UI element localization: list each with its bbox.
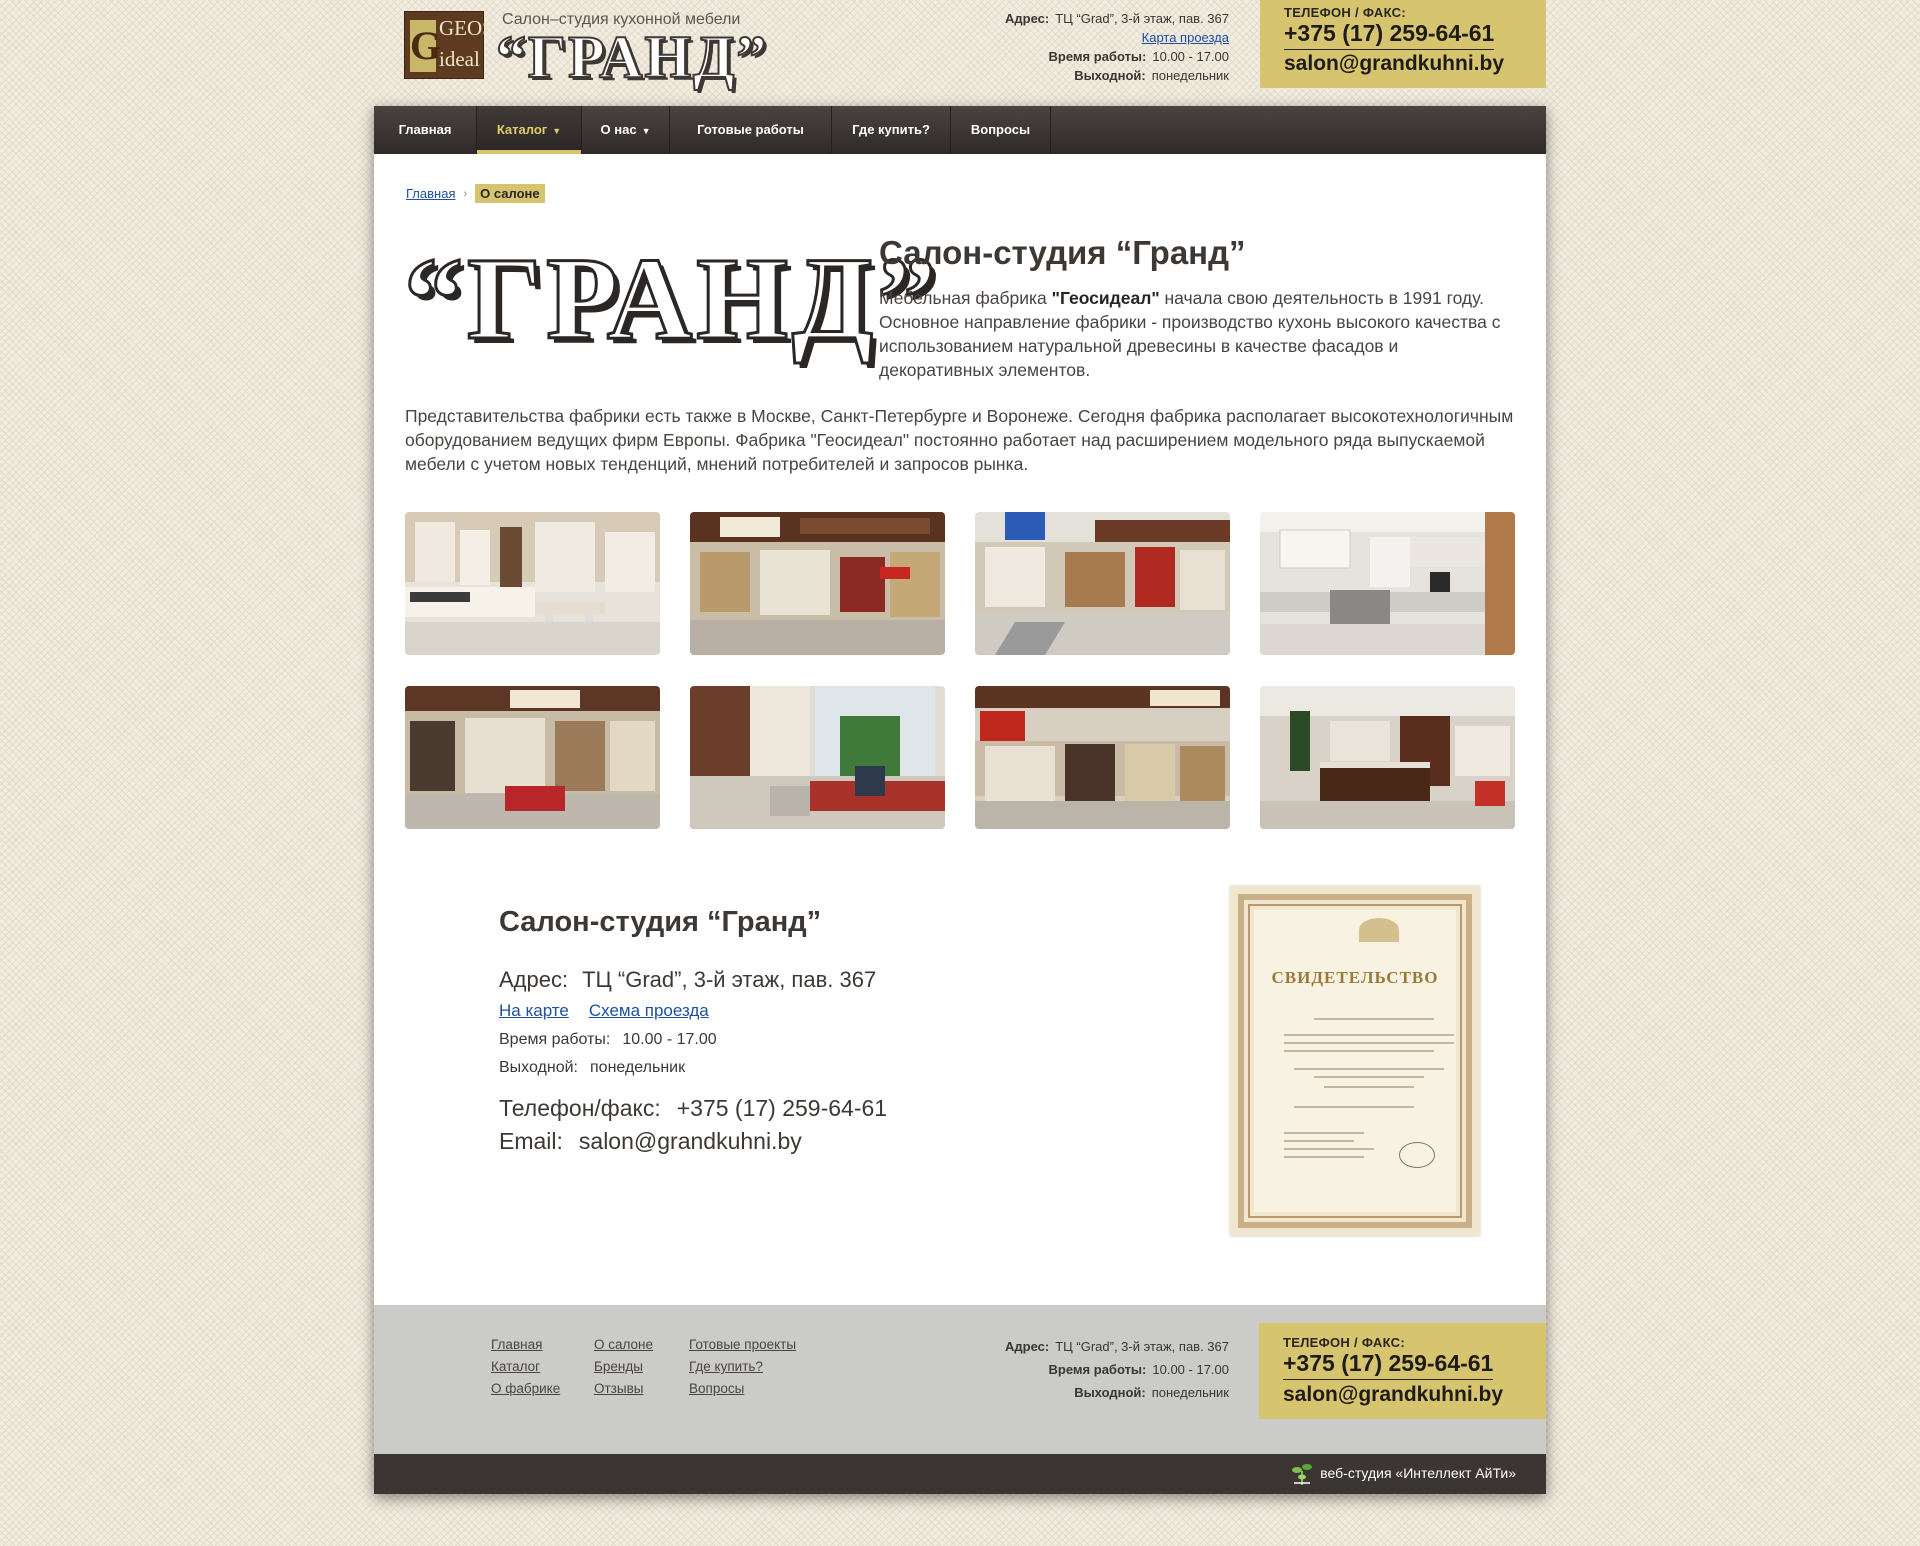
nav-item-where-to-buy[interactable]: Где купить? (832, 106, 951, 154)
intro-text: Мебельная фабрика "Геосидеал" начала сво… (879, 288, 1501, 380)
gallery-photo-7[interactable] (975, 686, 1230, 829)
nav-item-works[interactable]: Готовые работы (670, 106, 832, 154)
header-hours: Время работы: 10.00 - 17.00 (1048, 49, 1229, 64)
nav-item-about[interactable]: О нас ▼ (582, 106, 670, 154)
footer-link-factory[interactable]: О фабрике (491, 1381, 560, 1396)
seal-icon (1399, 1142, 1435, 1168)
footer-phone-caption: ТЕЛЕФОН / ФАКС: (1283, 1335, 1405, 1350)
footer-address: Адрес: ТЦ “Grad”, 3-й этаж, пав. 367 (1005, 1339, 1229, 1354)
description-text: Представительства фабрики есть также в М… (405, 406, 1514, 474)
gallery-photo-5[interactable] (405, 686, 660, 829)
on-map-link[interactable]: На карте (499, 1001, 569, 1020)
footer-link-projects[interactable]: Готовые проекты (689, 1337, 796, 1352)
footer-email[interactable]: salon@grandkuhni.by (1283, 1383, 1522, 1407)
registration-certificate[interactable]: СВИДЕТЕЛЬСТВО (1230, 886, 1480, 1236)
page-title: Салон-студия “Гранд” (879, 234, 1246, 271)
phone-caption: ТЕЛЕФОН / ФАКС: (1284, 5, 1406, 20)
contact-links: На карте Схема проезда (499, 1001, 1099, 1021)
route-scheme-link[interactable]: Схема проезда (589, 1001, 709, 1020)
logo-ideal: ideal (439, 47, 480, 71)
gallery-photo-2[interactable] (690, 512, 945, 655)
emblem-icon (1359, 918, 1399, 942)
chevron-down-icon: ▼ (641, 126, 651, 136)
photo-gallery (405, 512, 1516, 829)
breadcrumb-current: О салоне (475, 184, 545, 203)
header-phone[interactable]: +375 (17) 259-64-61 (1284, 20, 1495, 50)
footer-link-brands[interactable]: Бренды (594, 1359, 653, 1374)
gallery-photo-8[interactable] (1260, 686, 1515, 829)
certificate-heading: СВИДЕТЕЛЬСТВО (1271, 968, 1439, 987)
contact-dayoff: Выходной: понедельник (499, 1059, 686, 1076)
footer-link-where-to-buy[interactable]: Где купить? (689, 1359, 796, 1374)
footer-link-reviews[interactable]: Отзывы (594, 1381, 653, 1396)
gallery-photo-3[interactable] (975, 512, 1230, 655)
footer-links-col-2: О салоне Бренды Отзывы (594, 1337, 653, 1403)
footer-link-questions[interactable]: Вопросы (689, 1381, 796, 1396)
logo-name: “ГРАНД” (495, 24, 769, 90)
breadcrumb-separator: › (463, 187, 468, 200)
header-address: Адрес: ТЦ “Grad”, 3-й этаж, пав. 367 (1005, 11, 1229, 26)
nav-item-questions[interactable]: Вопросы (951, 106, 1051, 154)
footer-link-salon[interactable]: О салоне (594, 1337, 653, 1352)
breadcrumb: Главная › О салоне (406, 184, 545, 203)
contact-phone: Телефон/факс: +375 (17) 259-64-61 (499, 1095, 888, 1121)
footer-dayoff: Выходной: понедельник (1074, 1385, 1229, 1400)
logo-geos: GEOS (439, 16, 494, 40)
content-container: Главная Каталог ▼ О нас ▼ Готовые работы Г… (374, 106, 1546, 1494)
footer-link-home[interactable]: Главная (491, 1337, 560, 1352)
footer-hours: Время работы: 10.00 - 17.00 (1048, 1362, 1229, 1377)
contact-hours: Время работы: 10.00 - 17.00 (499, 1031, 717, 1048)
header-contact-info: Адрес: ТЦ “Grad”, 3-й этаж, пав. 367 Карт… (899, 9, 1229, 85)
sprout-icon (1292, 1464, 1313, 1485)
gallery-photo-1[interactable] (405, 512, 660, 655)
footer: Главная Каталог О фабрике О салоне Бренд… (374, 1305, 1546, 1454)
gallery-photo-6[interactable] (690, 686, 945, 829)
web-studio-credit[interactable]: веб-студия «Интеллект АйТи» (1292, 1464, 1516, 1485)
header-dayoff: Выходной: понедельник (1074, 68, 1229, 83)
chevron-down-icon: ▼ (552, 126, 562, 136)
contact-email: Email: salon@grandkuhni.by (499, 1128, 802, 1154)
logo-g-letter: G (410, 20, 441, 72)
footer-phone-box: ТЕЛЕФОН / ФАКС: +375 (17) 259-64-61 salo… (1259, 1323, 1546, 1419)
nav-item-catalog[interactable]: Каталог ▼ (477, 106, 582, 154)
footer-links-col-3: Готовые проекты Где купить? Вопросы (689, 1337, 796, 1403)
contact-address: Адрес: ТЦ “Grad”, 3-й этаж, пав. 367 (499, 967, 877, 992)
footer-links-col-1: Главная Каталог О фабрике (491, 1337, 560, 1403)
footer-bar: веб-студия «Интеллект АйТи» (374, 1454, 1546, 1494)
contact-title: Салон-студия “Гранд” (499, 906, 822, 938)
main-nav: Главная Каталог ▼ О нас ▼ Готовые работы Г… (374, 106, 1546, 154)
breadcrumb-home[interactable]: Главная (406, 186, 455, 201)
header-phone-box: ТЕЛЕФОН / ФАКС: +375 (17) 259-64-61 salo… (1260, 0, 1546, 88)
contact-block: Салон-студия “Гранд” Адрес: ТЦ “Grad”, 3-… (499, 906, 1099, 1155)
site-logo[interactable]: G GEOS ideal Салон–студия кухонной мебел… (404, 11, 767, 90)
footer-phone[interactable]: +375 (17) 259-64-61 (1283, 1350, 1494, 1380)
footer-contact-info: Адрес: ТЦ “Grad”, 3-й этаж, пав. 367 Врем… (899, 1337, 1229, 1402)
header-email[interactable]: salon@grandkuhni.by (1284, 52, 1522, 76)
geosideal-logo: G GEOS ideal (404, 11, 494, 79)
header-map-link[interactable]: Карта проезда (1142, 30, 1229, 45)
footer-link-catalog[interactable]: Каталог (491, 1359, 560, 1374)
nav-item-home[interactable]: Главная (374, 106, 477, 154)
gallery-photo-4[interactable] (1260, 512, 1515, 655)
grand-logo: “ГРАНД” (403, 233, 941, 364)
